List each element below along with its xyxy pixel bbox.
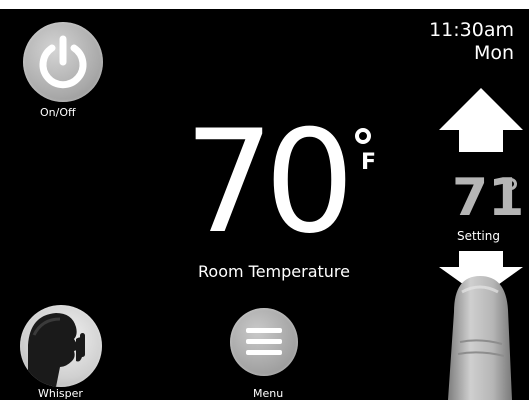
whisper-label: Whisper [38, 387, 83, 400]
pointing-finger-image [448, 276, 512, 400]
temperature-unit: F [361, 150, 377, 175]
room-temperature-value: 70 [184, 100, 355, 265]
room-temperature-caption: Room Temperature [198, 262, 350, 281]
setpoint-label: Setting [457, 229, 500, 243]
whisper-button[interactable] [20, 305, 102, 387]
degree-symbol-icon [355, 128, 371, 144]
clock-day: Mon [473, 42, 514, 64]
thermostat-screen: On/Off 11:30am Mon 70 F Room Temperature… [0, 0, 529, 400]
up-arrow-icon [439, 88, 523, 152]
whisper-face-icon [28, 313, 85, 387]
clock-time: 11:30am [429, 19, 514, 41]
hamburger-menu-icon [246, 328, 282, 355]
menu-button[interactable] [230, 308, 298, 376]
increase-setpoint-button[interactable] [437, 86, 525, 154]
setpoint-value: 71 [452, 168, 525, 228]
power-button[interactable] [23, 22, 103, 102]
power-icon [39, 35, 87, 89]
menu-label: Menu [253, 387, 284, 400]
setpoint-degree-icon [505, 178, 517, 190]
power-label: On/Off [40, 106, 76, 119]
